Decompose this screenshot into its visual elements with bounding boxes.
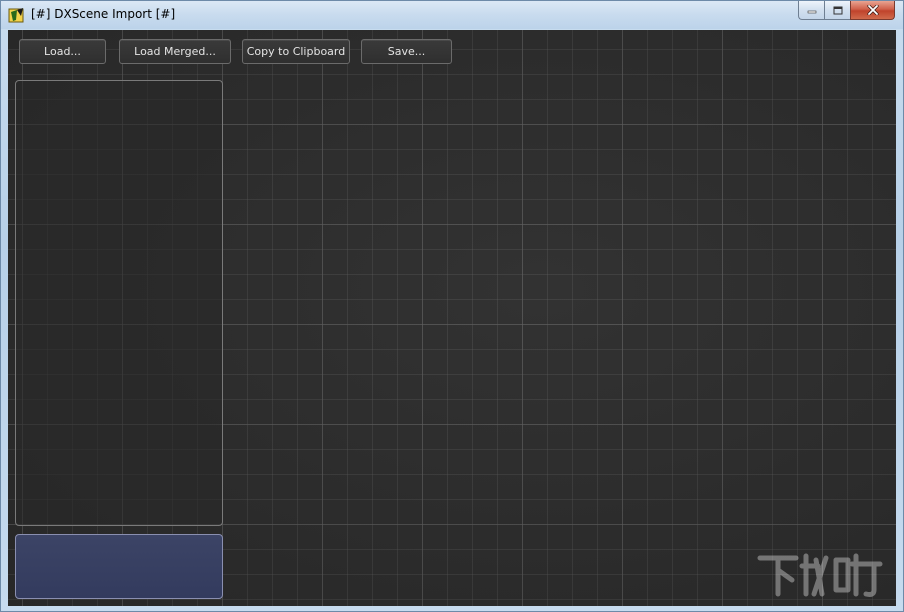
load-button[interactable]: Load... <box>19 39 106 64</box>
minimize-icon <box>807 10 816 14</box>
maximize-icon <box>833 6 842 14</box>
scene-tree-panel[interactable] <box>15 80 223 526</box>
copy-to-clipboard-button[interactable]: Copy to Clipboard <box>242 39 350 64</box>
app-logo-icon <box>8 8 24 23</box>
scene-viewport[interactable]: Load... Load Merged... Copy to Clipboard… <box>8 30 896 606</box>
app-window: [#] DXScene Import [#] Load... Load Merg… <box>0 0 904 612</box>
title-bar[interactable]: [#] DXScene Import [#] <box>1 1 903 29</box>
close-icon <box>866 5 879 15</box>
minimize-button[interactable] <box>798 1 824 20</box>
watermark-logo <box>757 553 883 597</box>
close-button[interactable] <box>850 1 895 20</box>
window-controls <box>798 1 895 21</box>
info-panel[interactable] <box>15 534 223 599</box>
maximize-button[interactable] <box>824 1 850 20</box>
save-button[interactable]: Save... <box>361 39 452 64</box>
load-merged-button[interactable]: Load Merged... <box>119 39 231 64</box>
window-title: [#] DXScene Import [#] <box>31 7 176 21</box>
